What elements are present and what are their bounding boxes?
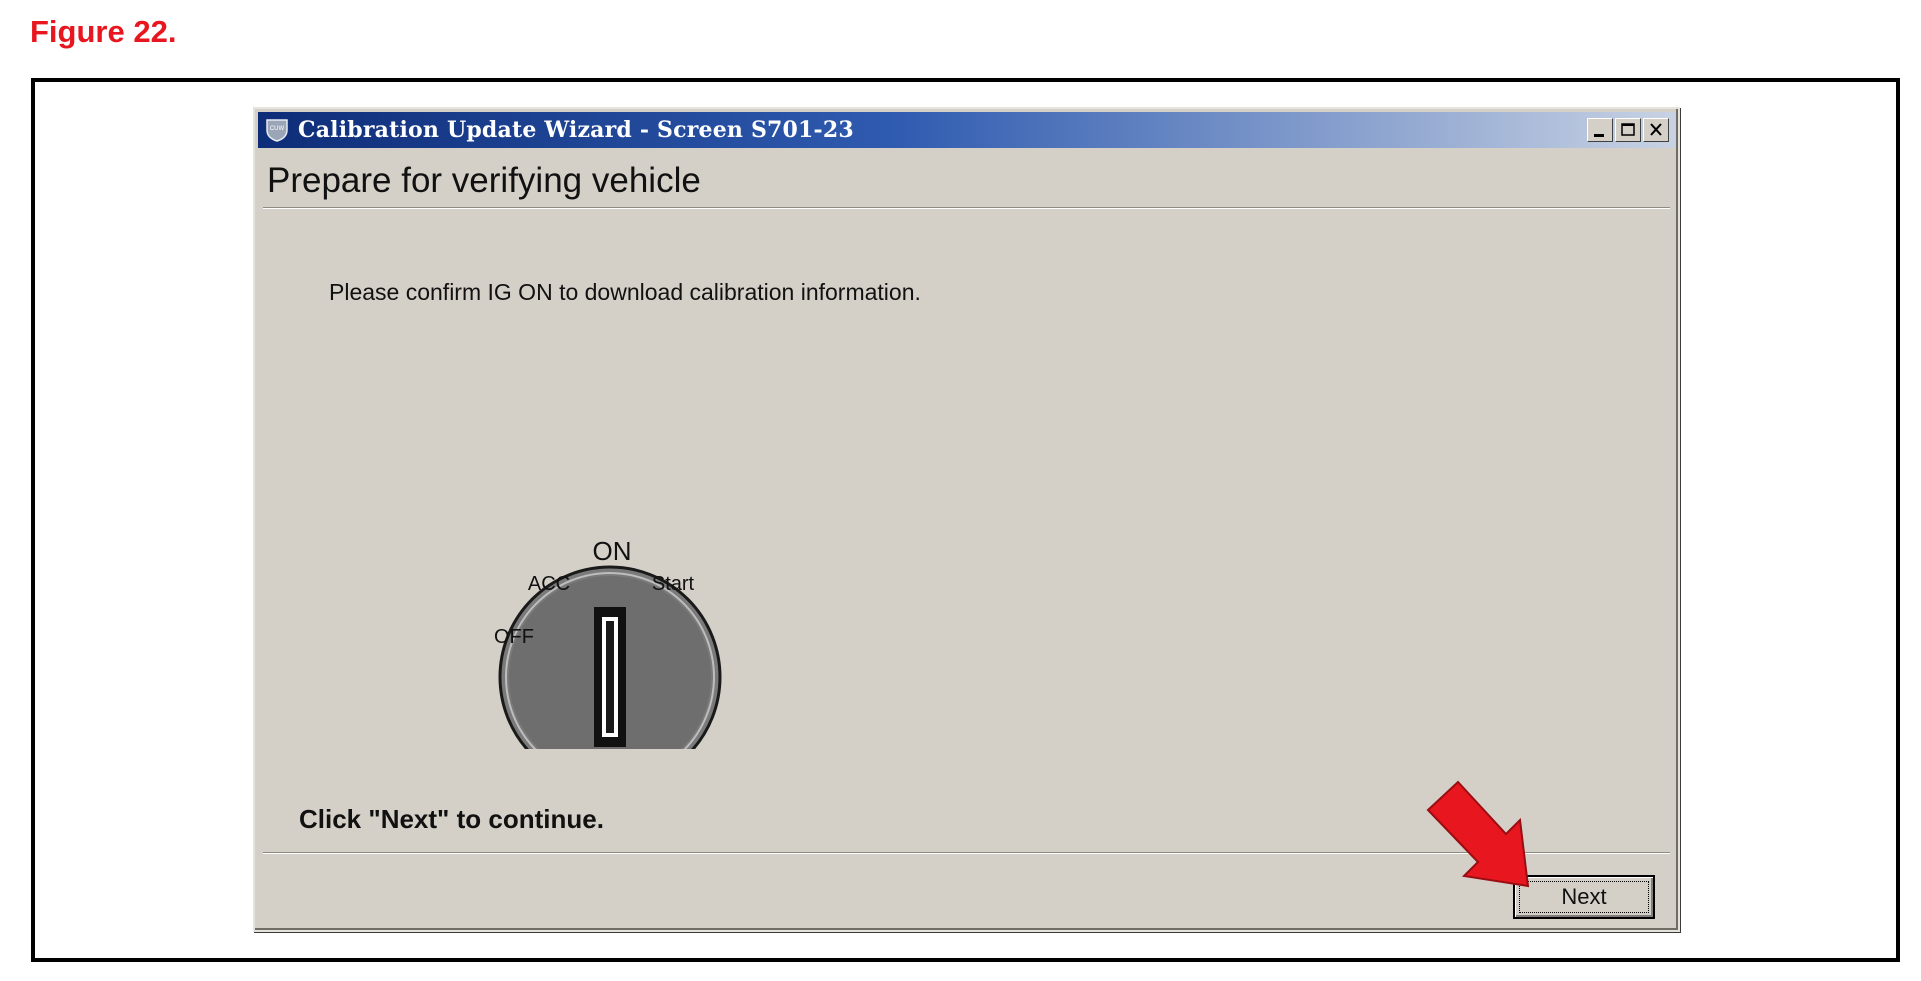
wizard-window: CUW Calibration Update Wizard - Screen S… xyxy=(253,107,1680,932)
ignition-label-off: OFF xyxy=(494,626,534,648)
next-button[interactable]: Next xyxy=(1513,875,1655,919)
instruction-text: Please confirm IG ON to download calibra… xyxy=(329,279,921,305)
ignition-label-start: Start xyxy=(652,573,695,595)
title-bar[interactable]: CUW Calibration Update Wizard - Screen S… xyxy=(258,112,1675,148)
ignition-switch-icon: ON ACC Start OFF xyxy=(494,536,722,789)
svg-text:CUW: CUW xyxy=(270,126,285,132)
close-icon xyxy=(1650,123,1662,136)
continue-instruction: Click "Next" to continue. xyxy=(299,804,604,834)
minimize-button[interactable] xyxy=(1587,118,1613,142)
footer-divider xyxy=(263,852,1670,854)
ignition-label-acc: ACC xyxy=(528,573,570,595)
next-button-label: Next xyxy=(1561,884,1607,909)
window-controls xyxy=(1587,118,1669,142)
figure-label: Figure 22. xyxy=(30,14,177,49)
maximize-icon xyxy=(1621,123,1635,136)
maximize-button[interactable] xyxy=(1615,118,1641,142)
cuw-shield-icon: CUW xyxy=(266,119,288,142)
window-title: Calibration Update Wizard - Screen S701-… xyxy=(298,117,854,143)
ignition-label-on: ON xyxy=(593,536,632,566)
minimize-icon xyxy=(1594,134,1604,137)
ignition-switch-diagram: ON ACC Start OFF xyxy=(405,429,745,789)
page-title: Prepare for verifying vehicle xyxy=(267,161,701,200)
header-divider xyxy=(263,207,1670,209)
close-button[interactable] xyxy=(1643,118,1669,142)
